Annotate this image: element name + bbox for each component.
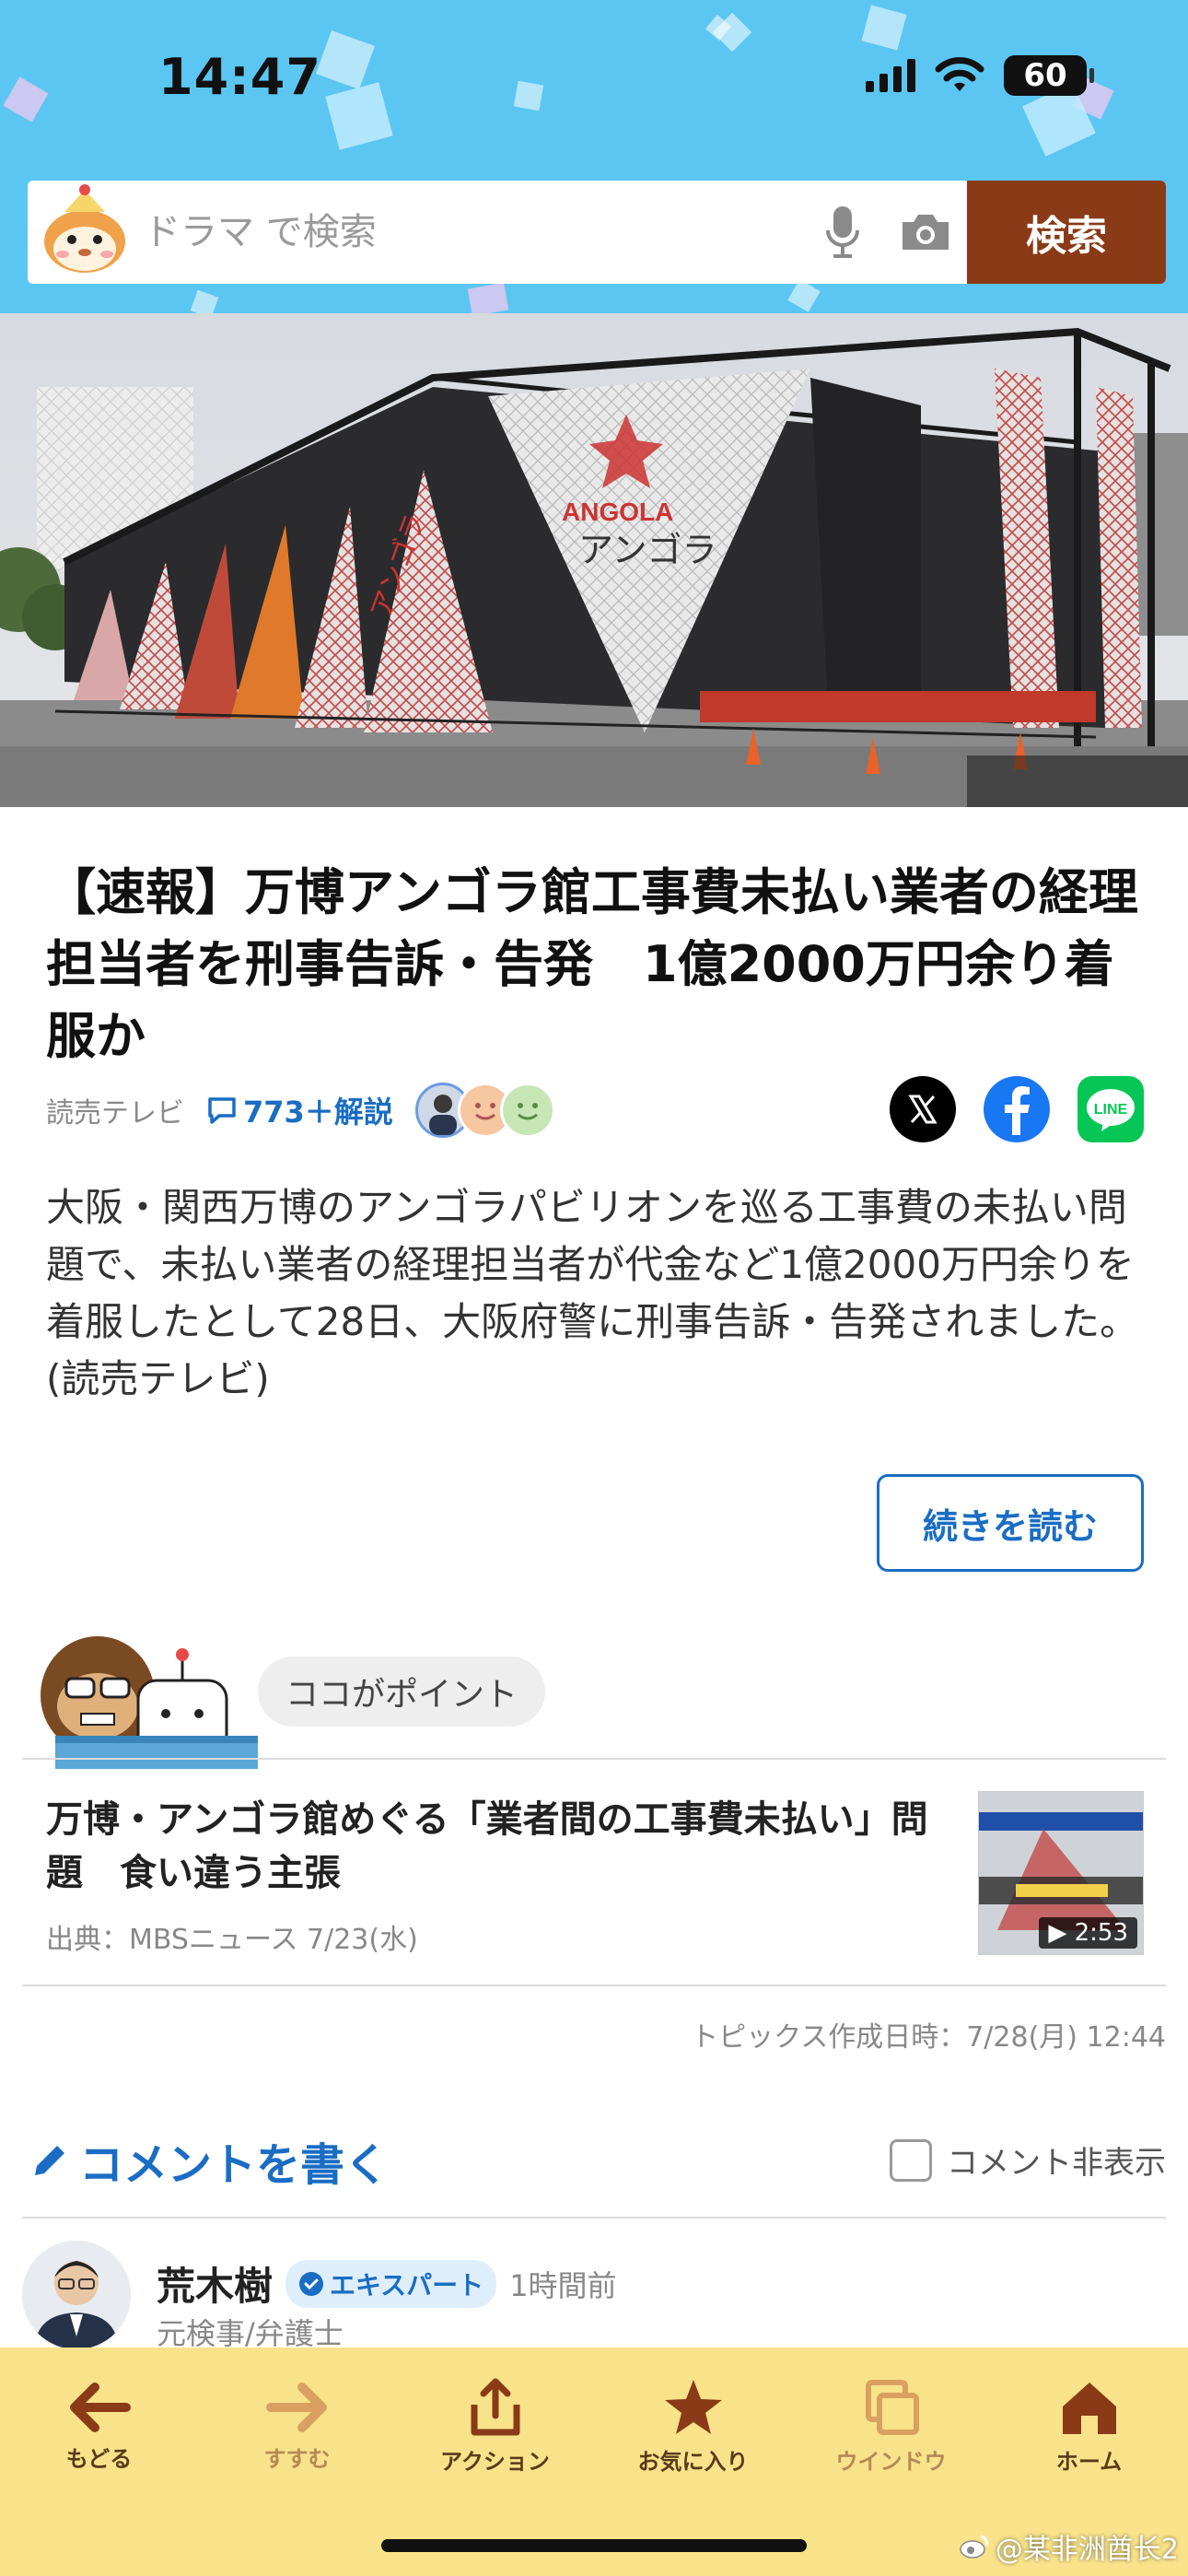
microphone-icon[interactable] [801, 181, 884, 284]
divider [22, 2217, 1166, 2219]
confetti [315, 29, 376, 90]
search-bar: 検索 [28, 181, 1166, 284]
search-input[interactable] [138, 181, 801, 284]
search-button[interactable]: 検索 [967, 181, 1166, 284]
forward-label: すすむ [263, 2445, 331, 2472]
confetti [3, 76, 49, 123]
hide-comments-toggle[interactable]: コメント非表示 [890, 2137, 1166, 2183]
video-duration: ▶ 2:53 [1039, 1917, 1137, 1949]
hide-comments-checkbox[interactable] [890, 2138, 932, 2182]
comment-count-text: 773＋解説 [243, 1095, 393, 1130]
status-time: 14:47 [158, 48, 321, 106]
topic-created-at: トピックス作成日時：7/28(月) 12:44 [691, 2021, 1166, 2054]
smile-face-icon [499, 1083, 555, 1138]
svg-text:LINE: LINE [1094, 1102, 1128, 1118]
point-characters-icon [37, 1622, 258, 1769]
divider [22, 1985, 1166, 1986]
home-icon [1062, 2382, 1116, 2434]
commenter-header: 荒木樹 エキスパート 1時間前 [157, 2255, 617, 2312]
related-video-thumbnail[interactable]: ▶ 2:53 [978, 1791, 1144, 1955]
status-icons: 60 [866, 55, 1094, 96]
read-more-button[interactable]: 続きを読む [877, 1474, 1144, 1572]
commenter-name[interactable]: 荒木樹 [157, 2255, 273, 2312]
back-label: もどる [65, 2445, 133, 2472]
mascot-logo-icon[interactable] [28, 181, 138, 284]
share-buttons: LINE [890, 1076, 1144, 1142]
divider [22, 1758, 1166, 1760]
line-share-icon[interactable]: LINE [1077, 1076, 1144, 1142]
article-source[interactable]: 読売テレビ [46, 1090, 184, 1130]
confetti [467, 282, 509, 313]
home-label: ホーム [1055, 2448, 1123, 2475]
article-summary: 大阪・関西万博のアンゴラパビリオンを巡る工事費の未払い問題で、未払い業者の経理担… [46, 1185, 1139, 1401]
expert-badge: エキスパート [285, 2259, 497, 2308]
home-button[interactable]: ホーム [990, 2348, 1188, 2495]
x-share-icon[interactable] [890, 1076, 956, 1142]
confetti [325, 82, 393, 150]
verified-check-icon [299, 2271, 324, 2296]
favorites-label: お気に入り [637, 2448, 749, 2475]
facebook-share-icon[interactable] [984, 1076, 1050, 1142]
watermark: @某非洲酋长2 [959, 2526, 1179, 2567]
expert-badge-label: エキスパート [330, 2269, 484, 2301]
confetti [861, 5, 907, 51]
article-meta: 読売テレビ 773＋解説 [46, 1078, 555, 1142]
related-article[interactable]: 万博・アンゴラ館めぐる「業者間の工事費未払い」問題 食い違う主張 出典：MBSニ… [46, 1793, 930, 1957]
article-hero-image[interactable]: アンゴラ ANGOLA アンゴラ [0, 313, 1188, 807]
pencil-icon [35, 2146, 64, 2175]
confetti [190, 289, 219, 313]
confetti [513, 80, 544, 111]
commenter-avatar[interactable] [22, 2241, 131, 2349]
sign-latin: ANGOLA [562, 498, 673, 526]
article-headline[interactable]: 【速報】万博アンゴラ館工事費未払い業者の経理担当者を刑事告訴・告発 1億2000… [46, 857, 1151, 1072]
camera-icon[interactable] [884, 181, 967, 284]
sign-kana: アンゴラ [578, 532, 716, 570]
windows-icon [865, 2379, 919, 2435]
star-icon [664, 2379, 722, 2434]
action-label: アクション [440, 2448, 550, 2475]
related-article-title[interactable]: 万博・アンゴラ館めぐる「業者間の工事費未払い」問題 食い違う主張 [46, 1793, 930, 1900]
related-article-source: 出典：MBSニュース 7/23(水) [46, 1924, 418, 1956]
write-comment-label: コメントを書く [79, 2139, 390, 2191]
home-indicator[interactable] [381, 2539, 807, 2552]
comment-time: 1時間前 [509, 2267, 617, 2303]
action-button[interactable]: アクション [396, 2348, 594, 2495]
write-comment-button[interactable]: コメントを書く [28, 2128, 389, 2193]
watermark-text: @某非洲酋长2 [995, 2534, 1179, 2566]
hide-comments-label: コメント非表示 [947, 2145, 1166, 2182]
forward-button[interactable]: すすむ [198, 2348, 396, 2495]
arrow-right-icon [265, 2382, 327, 2432]
battery-icon: 60 [1004, 55, 1094, 96]
expert-avatars[interactable] [414, 1083, 555, 1138]
point-bubble: ココがポイント [258, 1657, 546, 1727]
comment-count-link[interactable]: 773＋解説 [206, 1089, 393, 1131]
share-icon [471, 2378, 519, 2435]
app-header: 14:47 60 ドラマ で検索 検索 [0, 0, 1188, 313]
window-button[interactable]: ウインドウ [792, 2348, 990, 2495]
cellular-signal-icon [866, 59, 915, 92]
wifi-icon [935, 57, 984, 91]
back-button[interactable]: もどる [0, 2348, 198, 2495]
arrow-left-icon [69, 2382, 131, 2432]
favorites-button[interactable]: お気に入り [594, 2348, 792, 2495]
weibo-logo-icon [960, 2535, 988, 2558]
window-label: ウインドウ [835, 2448, 947, 2475]
comment-bubble-icon [208, 1097, 236, 1124]
confetti [787, 279, 821, 312]
